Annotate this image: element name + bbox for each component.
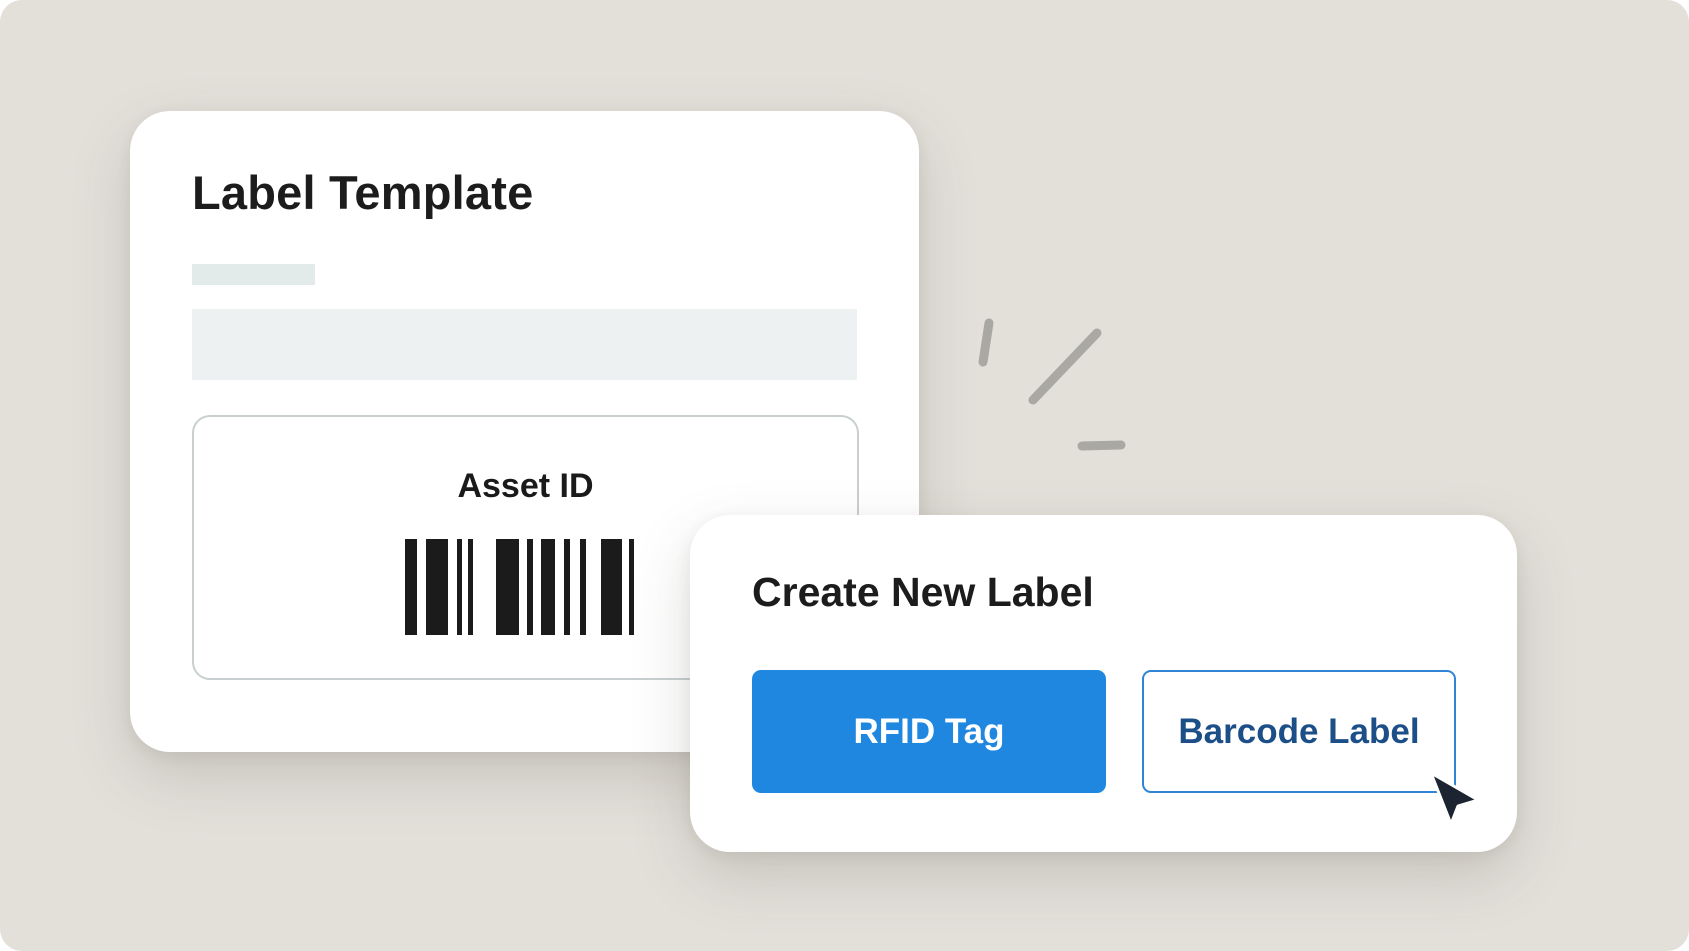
- asset-id-label: Asset ID: [457, 467, 594, 505]
- barcode-label-button[interactable]: Barcode Label: [1142, 670, 1456, 793]
- create-new-label-title: Create New Label: [752, 569, 1094, 615]
- barcode-bar: [527, 539, 533, 635]
- barcode-bar: [629, 539, 634, 635]
- mouse-pointer-icon: [1429, 771, 1480, 826]
- barcode-bar: [496, 539, 519, 635]
- barcode-bar: [457, 539, 462, 635]
- barcode-bar: [564, 539, 570, 635]
- placeholder-field-label: [192, 264, 315, 285]
- create-new-label-dialog: Create New Label RFID Tag Barcode Label: [690, 515, 1517, 852]
- barcode-bar: [580, 539, 586, 635]
- barcode-bar: [426, 539, 448, 635]
- click-sparkle-icon: [978, 318, 1126, 451]
- illustration-canvas: Label Template Asset ID Create New Label…: [0, 0, 1689, 951]
- rfid-tag-button[interactable]: RFID Tag: [752, 670, 1106, 793]
- barcode-bar: [541, 539, 555, 635]
- placeholder-field-input[interactable]: [192, 309, 857, 380]
- barcode-bar: [405, 539, 417, 635]
- label-template-title: Label Template: [192, 166, 534, 219]
- barcode-bar: [601, 539, 622, 635]
- barcode-icon: [405, 539, 645, 635]
- barcode-bar: [468, 539, 473, 635]
